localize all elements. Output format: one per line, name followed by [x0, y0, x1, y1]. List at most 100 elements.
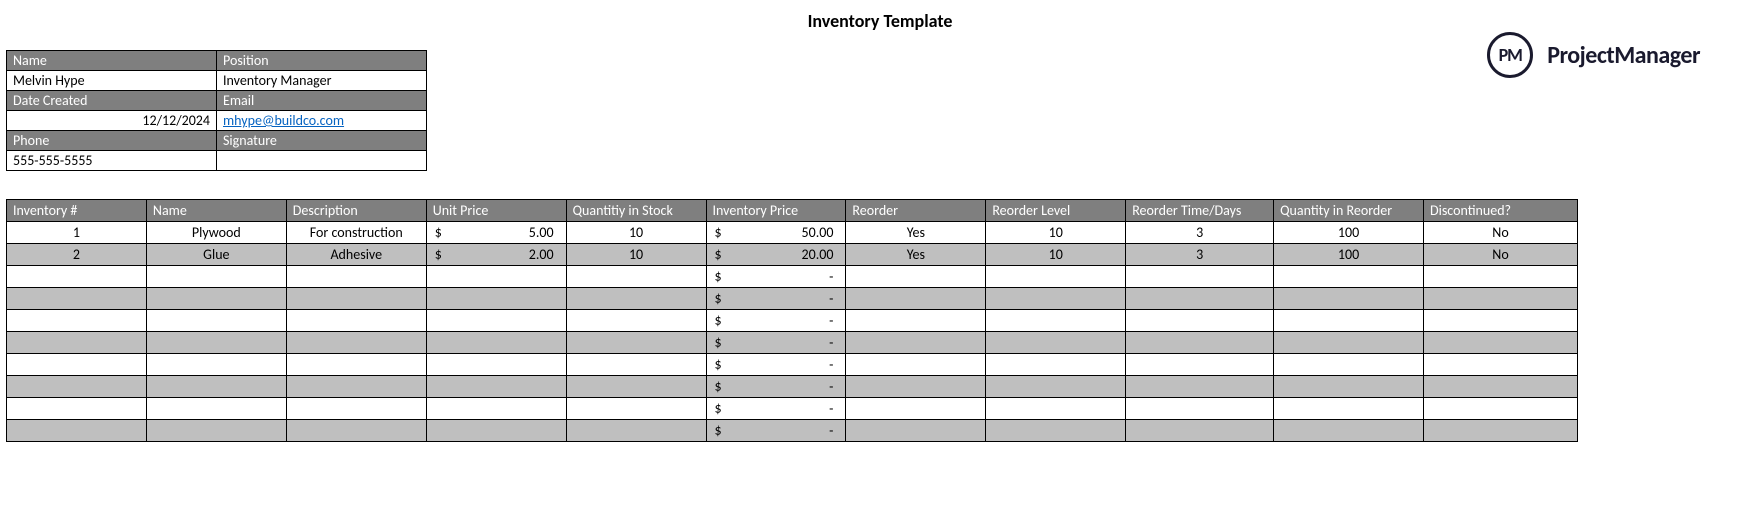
- cell[interactable]: $2.00: [426, 244, 566, 266]
- cell[interactable]: [146, 310, 286, 332]
- cell[interactable]: [1424, 288, 1578, 310]
- cell[interactable]: $-: [706, 288, 846, 310]
- cell[interactable]: [1274, 420, 1424, 442]
- cell[interactable]: [846, 420, 986, 442]
- cell[interactable]: Adhesive: [286, 244, 426, 266]
- cell[interactable]: [986, 420, 1126, 442]
- cell[interactable]: [146, 398, 286, 420]
- cell[interactable]: [986, 376, 1126, 398]
- cell[interactable]: [1274, 288, 1424, 310]
- cell[interactable]: 100: [1274, 244, 1424, 266]
- cell[interactable]: [566, 310, 706, 332]
- cell[interactable]: [1274, 310, 1424, 332]
- cell[interactable]: 2: [7, 244, 147, 266]
- cell[interactable]: [1274, 376, 1424, 398]
- cell[interactable]: [846, 398, 986, 420]
- cell[interactable]: [286, 288, 426, 310]
- cell[interactable]: 10: [986, 222, 1126, 244]
- cell[interactable]: [846, 266, 986, 288]
- cell[interactable]: [846, 376, 986, 398]
- cell[interactable]: 3: [1126, 222, 1274, 244]
- info-value-name[interactable]: Melvin Hype: [7, 71, 217, 91]
- cell[interactable]: [426, 266, 566, 288]
- info-value-date[interactable]: 12/12/2024: [7, 111, 217, 131]
- cell[interactable]: [1424, 398, 1578, 420]
- cell[interactable]: [426, 310, 566, 332]
- cell[interactable]: Yes: [846, 244, 986, 266]
- cell[interactable]: $-: [706, 332, 846, 354]
- cell[interactable]: 10: [986, 244, 1126, 266]
- cell[interactable]: Yes: [846, 222, 986, 244]
- cell[interactable]: [1274, 354, 1424, 376]
- info-value-signature[interactable]: [217, 151, 427, 171]
- cell[interactable]: [846, 288, 986, 310]
- cell[interactable]: [566, 288, 706, 310]
- cell[interactable]: [426, 354, 566, 376]
- cell[interactable]: $-: [706, 266, 846, 288]
- cell[interactable]: [566, 376, 706, 398]
- cell[interactable]: [986, 332, 1126, 354]
- cell[interactable]: [986, 354, 1126, 376]
- cell[interactable]: $5.00: [426, 222, 566, 244]
- cell[interactable]: [286, 332, 426, 354]
- cell[interactable]: For construction: [286, 222, 426, 244]
- cell[interactable]: [286, 420, 426, 442]
- cell[interactable]: [146, 420, 286, 442]
- cell[interactable]: [7, 420, 147, 442]
- cell[interactable]: [426, 288, 566, 310]
- cell[interactable]: [146, 332, 286, 354]
- cell[interactable]: [846, 332, 986, 354]
- cell[interactable]: [986, 288, 1126, 310]
- cell[interactable]: [566, 398, 706, 420]
- cell[interactable]: [146, 354, 286, 376]
- cell[interactable]: [566, 420, 706, 442]
- cell[interactable]: [7, 398, 147, 420]
- cell[interactable]: [7, 288, 147, 310]
- cell[interactable]: [7, 354, 147, 376]
- email-link[interactable]: mhype@buildco.com: [223, 112, 344, 129]
- cell[interactable]: [1126, 310, 1274, 332]
- cell[interactable]: [986, 266, 1126, 288]
- cell[interactable]: $-: [706, 310, 846, 332]
- cell[interactable]: [7, 332, 147, 354]
- cell[interactable]: [426, 420, 566, 442]
- cell[interactable]: $-: [706, 354, 846, 376]
- cell[interactable]: 1: [7, 222, 147, 244]
- cell[interactable]: Plywood: [146, 222, 286, 244]
- cell[interactable]: $-: [706, 398, 846, 420]
- cell[interactable]: 3: [1126, 244, 1274, 266]
- cell[interactable]: [1424, 310, 1578, 332]
- cell[interactable]: [1126, 398, 1274, 420]
- cell[interactable]: [1126, 376, 1274, 398]
- info-value-email[interactable]: mhype@buildco.com: [217, 111, 427, 131]
- cell[interactable]: [1424, 354, 1578, 376]
- cell[interactable]: No: [1424, 244, 1578, 266]
- cell[interactable]: [286, 310, 426, 332]
- cell[interactable]: [426, 398, 566, 420]
- info-value-position[interactable]: Inventory Manager: [217, 71, 427, 91]
- cell[interactable]: 10: [566, 244, 706, 266]
- cell[interactable]: [566, 332, 706, 354]
- cell[interactable]: [566, 354, 706, 376]
- cell[interactable]: [986, 398, 1126, 420]
- cell[interactable]: 100: [1274, 222, 1424, 244]
- cell[interactable]: [1126, 354, 1274, 376]
- cell[interactable]: $-: [706, 420, 846, 442]
- cell[interactable]: [1126, 266, 1274, 288]
- cell[interactable]: [7, 266, 147, 288]
- cell[interactable]: [1424, 332, 1578, 354]
- cell[interactable]: [1274, 398, 1424, 420]
- cell[interactable]: No: [1424, 222, 1578, 244]
- cell[interactable]: [146, 376, 286, 398]
- cell[interactable]: [1126, 288, 1274, 310]
- info-value-phone[interactable]: 555-555-5555: [7, 151, 217, 171]
- cell[interactable]: [846, 310, 986, 332]
- cell[interactable]: [1126, 420, 1274, 442]
- cell[interactable]: [1424, 376, 1578, 398]
- cell[interactable]: $-: [706, 376, 846, 398]
- cell[interactable]: [426, 376, 566, 398]
- cell[interactable]: [1424, 420, 1578, 442]
- cell[interactable]: [286, 354, 426, 376]
- cell[interactable]: [146, 266, 286, 288]
- cell[interactable]: $20.00: [706, 244, 846, 266]
